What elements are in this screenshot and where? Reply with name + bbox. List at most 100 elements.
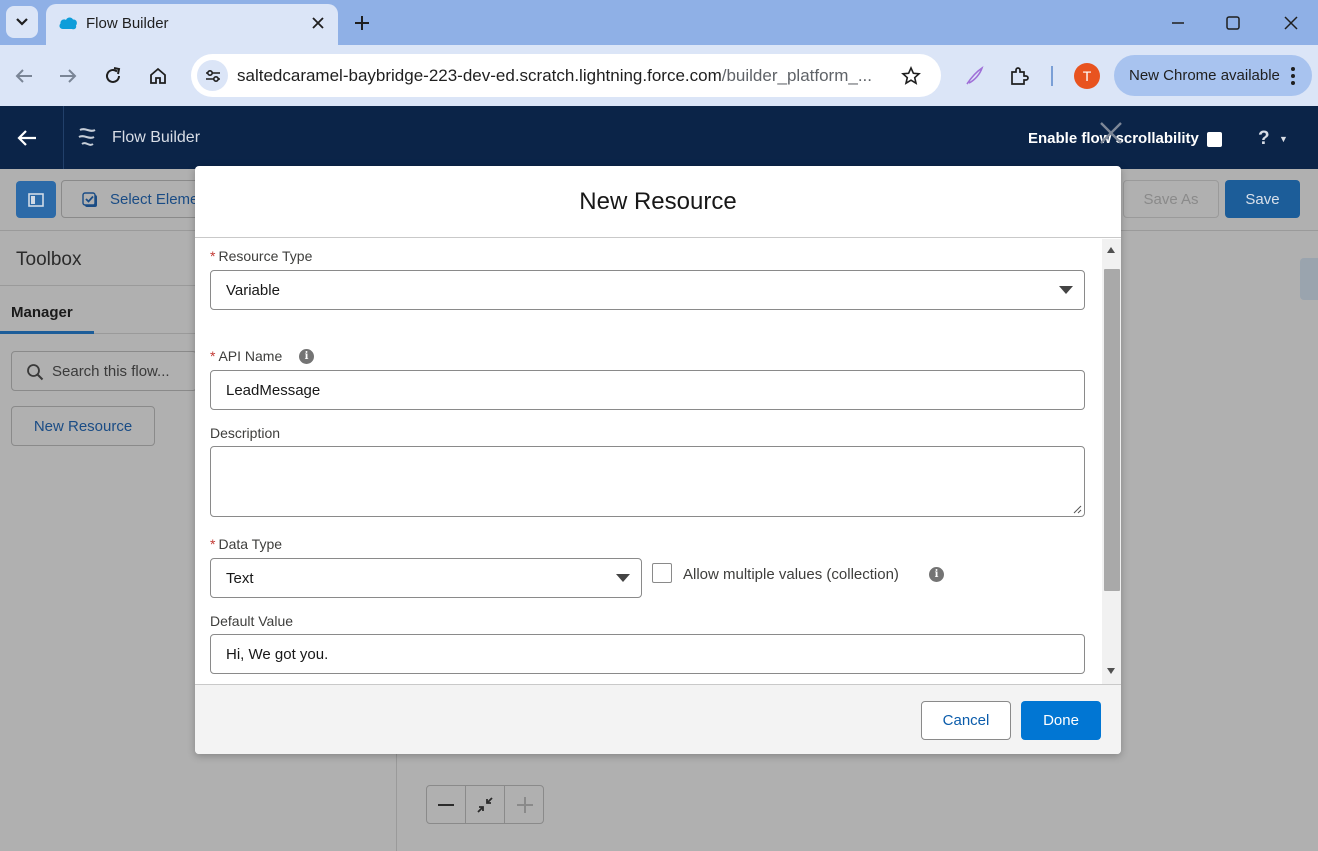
site-info-button[interactable] [197, 60, 228, 91]
minimize-button[interactable] [1163, 10, 1193, 36]
modal-header: New Resource [195, 166, 1121, 238]
scroll-up-arrow-icon[interactable] [1107, 247, 1115, 253]
plus-icon [516, 796, 533, 813]
tab-manager[interactable]: Manager [11, 304, 73, 321]
info-icon[interactable]: i [299, 349, 314, 364]
minus-icon [438, 803, 454, 806]
browser-toolbar: saltedcaramel-baybridge-223-dev-ed.scrat… [0, 45, 1318, 106]
close-icon [1100, 122, 1122, 144]
active-tab-indicator [0, 331, 94, 334]
search-placeholder: Search this flow... [52, 363, 170, 380]
minimize-icon [1172, 22, 1184, 24]
close-icon [1284, 16, 1298, 30]
data-type-value: Text [226, 570, 254, 587]
side-panel-handle[interactable] [1300, 258, 1318, 300]
required-marker: * [210, 248, 216, 264]
plus-icon [355, 16, 369, 30]
default-value-label: Default Value [210, 613, 294, 629]
resize-grip-icon[interactable] [1073, 505, 1082, 514]
save-as-button[interactable]: Save As [1123, 180, 1219, 218]
tab-search-button[interactable] [6, 6, 38, 38]
browser-tab-strip: Flow Builder [0, 0, 1318, 45]
back-button[interactable] [10, 62, 38, 90]
new-resource-modal: New Resource * Resource Type Variable * AP… [195, 166, 1121, 754]
url-path: /builder_platform_... [721, 66, 872, 85]
required-marker: * [210, 536, 216, 552]
search-input[interactable]: Search this flow... [11, 351, 197, 391]
toggle-panel-button[interactable] [16, 181, 56, 218]
default-value-input[interactable] [210, 634, 1085, 674]
modal-scrollbar[interactable] [1102, 239, 1121, 684]
new-tab-button[interactable] [350, 11, 374, 35]
checkbox-select-icon [82, 192, 97, 207]
forward-button[interactable] [54, 62, 82, 90]
profile-avatar[interactable]: T [1074, 63, 1100, 89]
caret-down-icon [1059, 286, 1073, 294]
star-icon [901, 66, 921, 85]
update-label: New Chrome available [1129, 67, 1280, 84]
data-type-select[interactable]: Text [210, 558, 642, 598]
window-close-button[interactable] [1276, 10, 1306, 36]
save-button[interactable]: Save [1225, 180, 1300, 218]
scroll-down-arrow-icon[interactable] [1107, 668, 1115, 674]
modal-footer: Cancel Done [195, 684, 1121, 754]
feather-pen-icon [966, 66, 984, 85]
resource-type-label: * Resource Type [210, 248, 313, 264]
done-button[interactable]: Done [1021, 701, 1101, 740]
new-resource-button[interactable]: New Resource [11, 406, 155, 446]
api-name-label: * API Name [210, 348, 283, 364]
allow-multiple-checkbox[interactable] [652, 563, 672, 583]
resource-type-value: Variable [226, 282, 280, 299]
scrollability-checkbox[interactable] [1207, 132, 1222, 147]
select-elements-label: Select Eleme [110, 191, 199, 208]
tab-close-button[interactable] [308, 13, 328, 33]
select-elements-button[interactable]: Select Eleme [61, 180, 211, 218]
api-name-input[interactable] [210, 370, 1085, 410]
back-button[interactable] [14, 125, 40, 151]
browser-tab[interactable]: Flow Builder [46, 4, 338, 45]
divider [94, 333, 196, 334]
url-text: saltedcaramel-baybridge-223-dev-ed.scrat… [237, 66, 872, 86]
more-vert-icon [1286, 65, 1300, 87]
flow-builder-header: Flow Builder Enable flow scrollability ?… [0, 106, 1318, 169]
extension-button[interactable] [960, 62, 988, 90]
chrome-update-button[interactable]: New Chrome available [1114, 55, 1312, 96]
bookmark-button[interactable] [899, 64, 923, 88]
scrollbar-thumb[interactable] [1104, 269, 1120, 591]
header-divider [63, 106, 64, 169]
arrow-left-icon [17, 130, 36, 146]
data-type-label: * Data Type [210, 536, 283, 552]
modal-body: *Resource Type Variable *API Name i Desc… [195, 239, 1121, 684]
arrow-right-icon [60, 69, 77, 83]
toolbox-title: Toolbox [16, 249, 82, 270]
close-icon [312, 17, 324, 29]
caret-down-icon [616, 574, 630, 582]
required-marker: * [210, 348, 216, 364]
maximize-button[interactable] [1218, 10, 1248, 36]
description-textarea[interactable] [210, 446, 1085, 517]
collapse-arrows-icon [477, 796, 493, 813]
fit-view-button[interactable] [466, 786, 505, 823]
resource-type-select[interactable]: Variable [210, 270, 1085, 310]
extensions-menu-button[interactable] [1005, 62, 1033, 90]
address-bar[interactable]: saltedcaramel-baybridge-223-dev-ed.scrat… [191, 54, 941, 97]
panel-icon [28, 192, 44, 207]
caret-down-icon: ▼ [1279, 134, 1288, 144]
puzzle-icon [1011, 67, 1029, 85]
modal-title: New Resource [579, 188, 737, 215]
tab-title: Flow Builder [86, 15, 169, 32]
reload-button[interactable] [99, 62, 127, 90]
home-button[interactable] [144, 62, 172, 90]
maximize-icon [1226, 16, 1240, 30]
description-label: Description [210, 425, 281, 441]
arrow-left-icon [15, 69, 32, 83]
help-icon[interactable]: ? [1258, 128, 1270, 150]
home-icon [150, 67, 166, 84]
app-title: Flow Builder [112, 129, 201, 146]
info-icon[interactable]: i [929, 567, 944, 582]
zoom-out-button[interactable] [427, 786, 466, 823]
chevron-down-icon [16, 18, 28, 26]
zoom-in-button[interactable] [505, 786, 544, 823]
salesforce-cloud-icon [59, 17, 77, 30]
cancel-button[interactable]: Cancel [921, 701, 1011, 740]
